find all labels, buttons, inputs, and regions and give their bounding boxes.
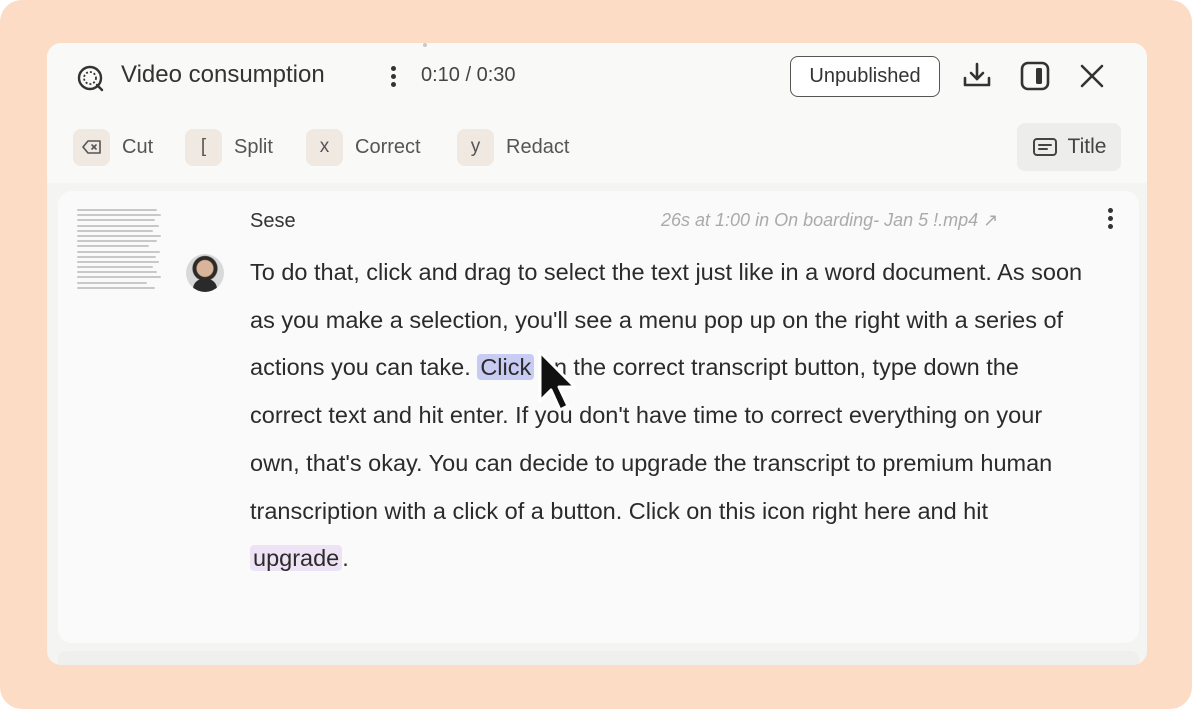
mouse-pointer-icon [538,350,577,412]
title-button-label: Title [1067,135,1107,158]
clip-source-link[interactable]: 26s at 1:00 in On boarding- Jan 5 !.mp4 … [661,210,998,231]
close-icon[interactable] [1074,58,1110,94]
page-title: Video consumption [121,61,325,88]
more-vertical-icon[interactable] [1102,205,1118,235]
caption-icon [1032,138,1057,156]
backspace-key-icon [73,128,110,166]
redact-key: y [457,128,494,166]
title-button[interactable]: Title [1017,123,1121,171]
split-label: Split [234,135,273,158]
side-panel-icon[interactable] [1017,58,1053,94]
selected-word[interactable]: Click [477,354,535,381]
video-panel: Video consumption 0:10 / 0:30 Unpublishe… [47,43,1147,665]
transcript-segment: . [342,545,349,572]
split-key: [ [185,128,222,166]
publish-status-button[interactable]: Unpublished [790,56,940,97]
transcript-thumbnail[interactable] [77,209,163,299]
speaker-name: Sese [250,210,296,232]
redact-label: Redact [506,135,570,158]
split-button[interactable]: [ Split [185,127,273,167]
panel-header: Video consumption 0:10 / 0:30 Unpublishe… [47,43,1147,183]
download-icon[interactable] [959,58,995,94]
drag-grip[interactable] [423,43,427,47]
transcript-card: Sese 26s at 1:00 in On boarding- Jan 5 !… [58,191,1139,643]
avatar [186,254,224,292]
cut-button[interactable]: Cut [73,127,153,167]
cut-label: Cut [122,135,154,158]
transcript-text[interactable]: To do that, click and drag to select the… [250,249,1090,583]
correct-label: Correct [355,135,421,158]
correct-key: x [306,128,343,166]
correct-button[interactable]: x Correct [306,127,421,167]
app-logo-icon [75,63,105,93]
next-card-edge [58,651,1139,665]
app-frame: Video consumption 0:10 / 0:30 Unpublishe… [0,0,1192,709]
highlighted-word[interactable]: upgrade [250,545,343,572]
redact-button[interactable]: y Redact [457,127,569,167]
more-vertical-icon[interactable] [385,63,401,93]
playback-timer: 0:10 / 0:30 [421,64,516,86]
